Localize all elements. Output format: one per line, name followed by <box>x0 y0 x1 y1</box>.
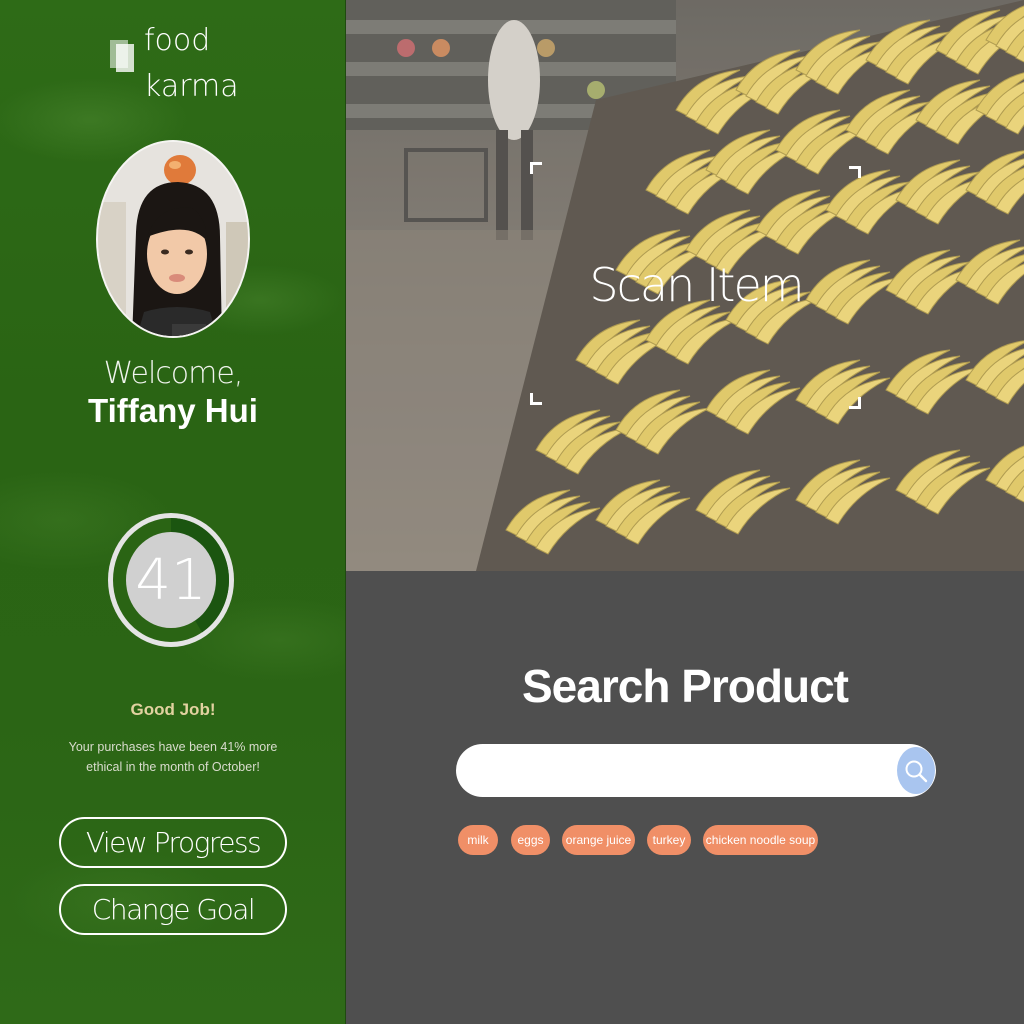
suggestion-chip[interactable]: chicken noodle soup <box>703 825 818 855</box>
score-value: 41 <box>135 547 207 613</box>
user-name: Tiffany Hui <box>88 392 258 429</box>
brand-line-1: food <box>144 23 211 58</box>
suggestion-chip[interactable]: eggs <box>511 825 550 855</box>
avatar[interactable] <box>96 140 250 338</box>
scan-item-button[interactable]: Scan Item <box>536 258 856 312</box>
change-goal-button[interactable]: Change Goal <box>59 884 287 935</box>
scan-frame-corner <box>530 393 542 405</box>
search-button[interactable] <box>897 747 935 794</box>
search-panel: Search Product milk eggs orange juice tu… <box>346 571 1024 1024</box>
brand-name: food karma <box>144 18 239 110</box>
score-message: Good Job! <box>130 700 216 719</box>
scan-frame-corner <box>530 162 542 174</box>
welcome-text: Welcome, <box>103 356 244 391</box>
view-progress-button[interactable]: View Progress <box>59 817 287 868</box>
avatar-photo <box>98 142 248 336</box>
search-bar <box>456 744 936 797</box>
sidebar: food karma Welcome, Tiffany Hui 41 Good … <box>0 0 346 1024</box>
suggestion-chip[interactable]: orange juice <box>562 825 635 855</box>
suggestion-chip[interactable]: milk <box>458 825 498 855</box>
score-summary: Your purchases have been 41% more ethica… <box>68 740 278 774</box>
scan-frame-corner <box>849 166 861 178</box>
logo-mark-icon <box>110 40 134 72</box>
scan-panel[interactable]: Scan Item <box>346 0 1024 571</box>
suggestion-chip[interactable]: turkey <box>647 825 691 855</box>
search-input[interactable] <box>474 752 884 789</box>
brand-line-2: karma <box>144 69 239 104</box>
scan-frame-corner <box>849 397 861 409</box>
search-title: Search Product <box>522 660 849 712</box>
search-icon <box>905 760 928 782</box>
